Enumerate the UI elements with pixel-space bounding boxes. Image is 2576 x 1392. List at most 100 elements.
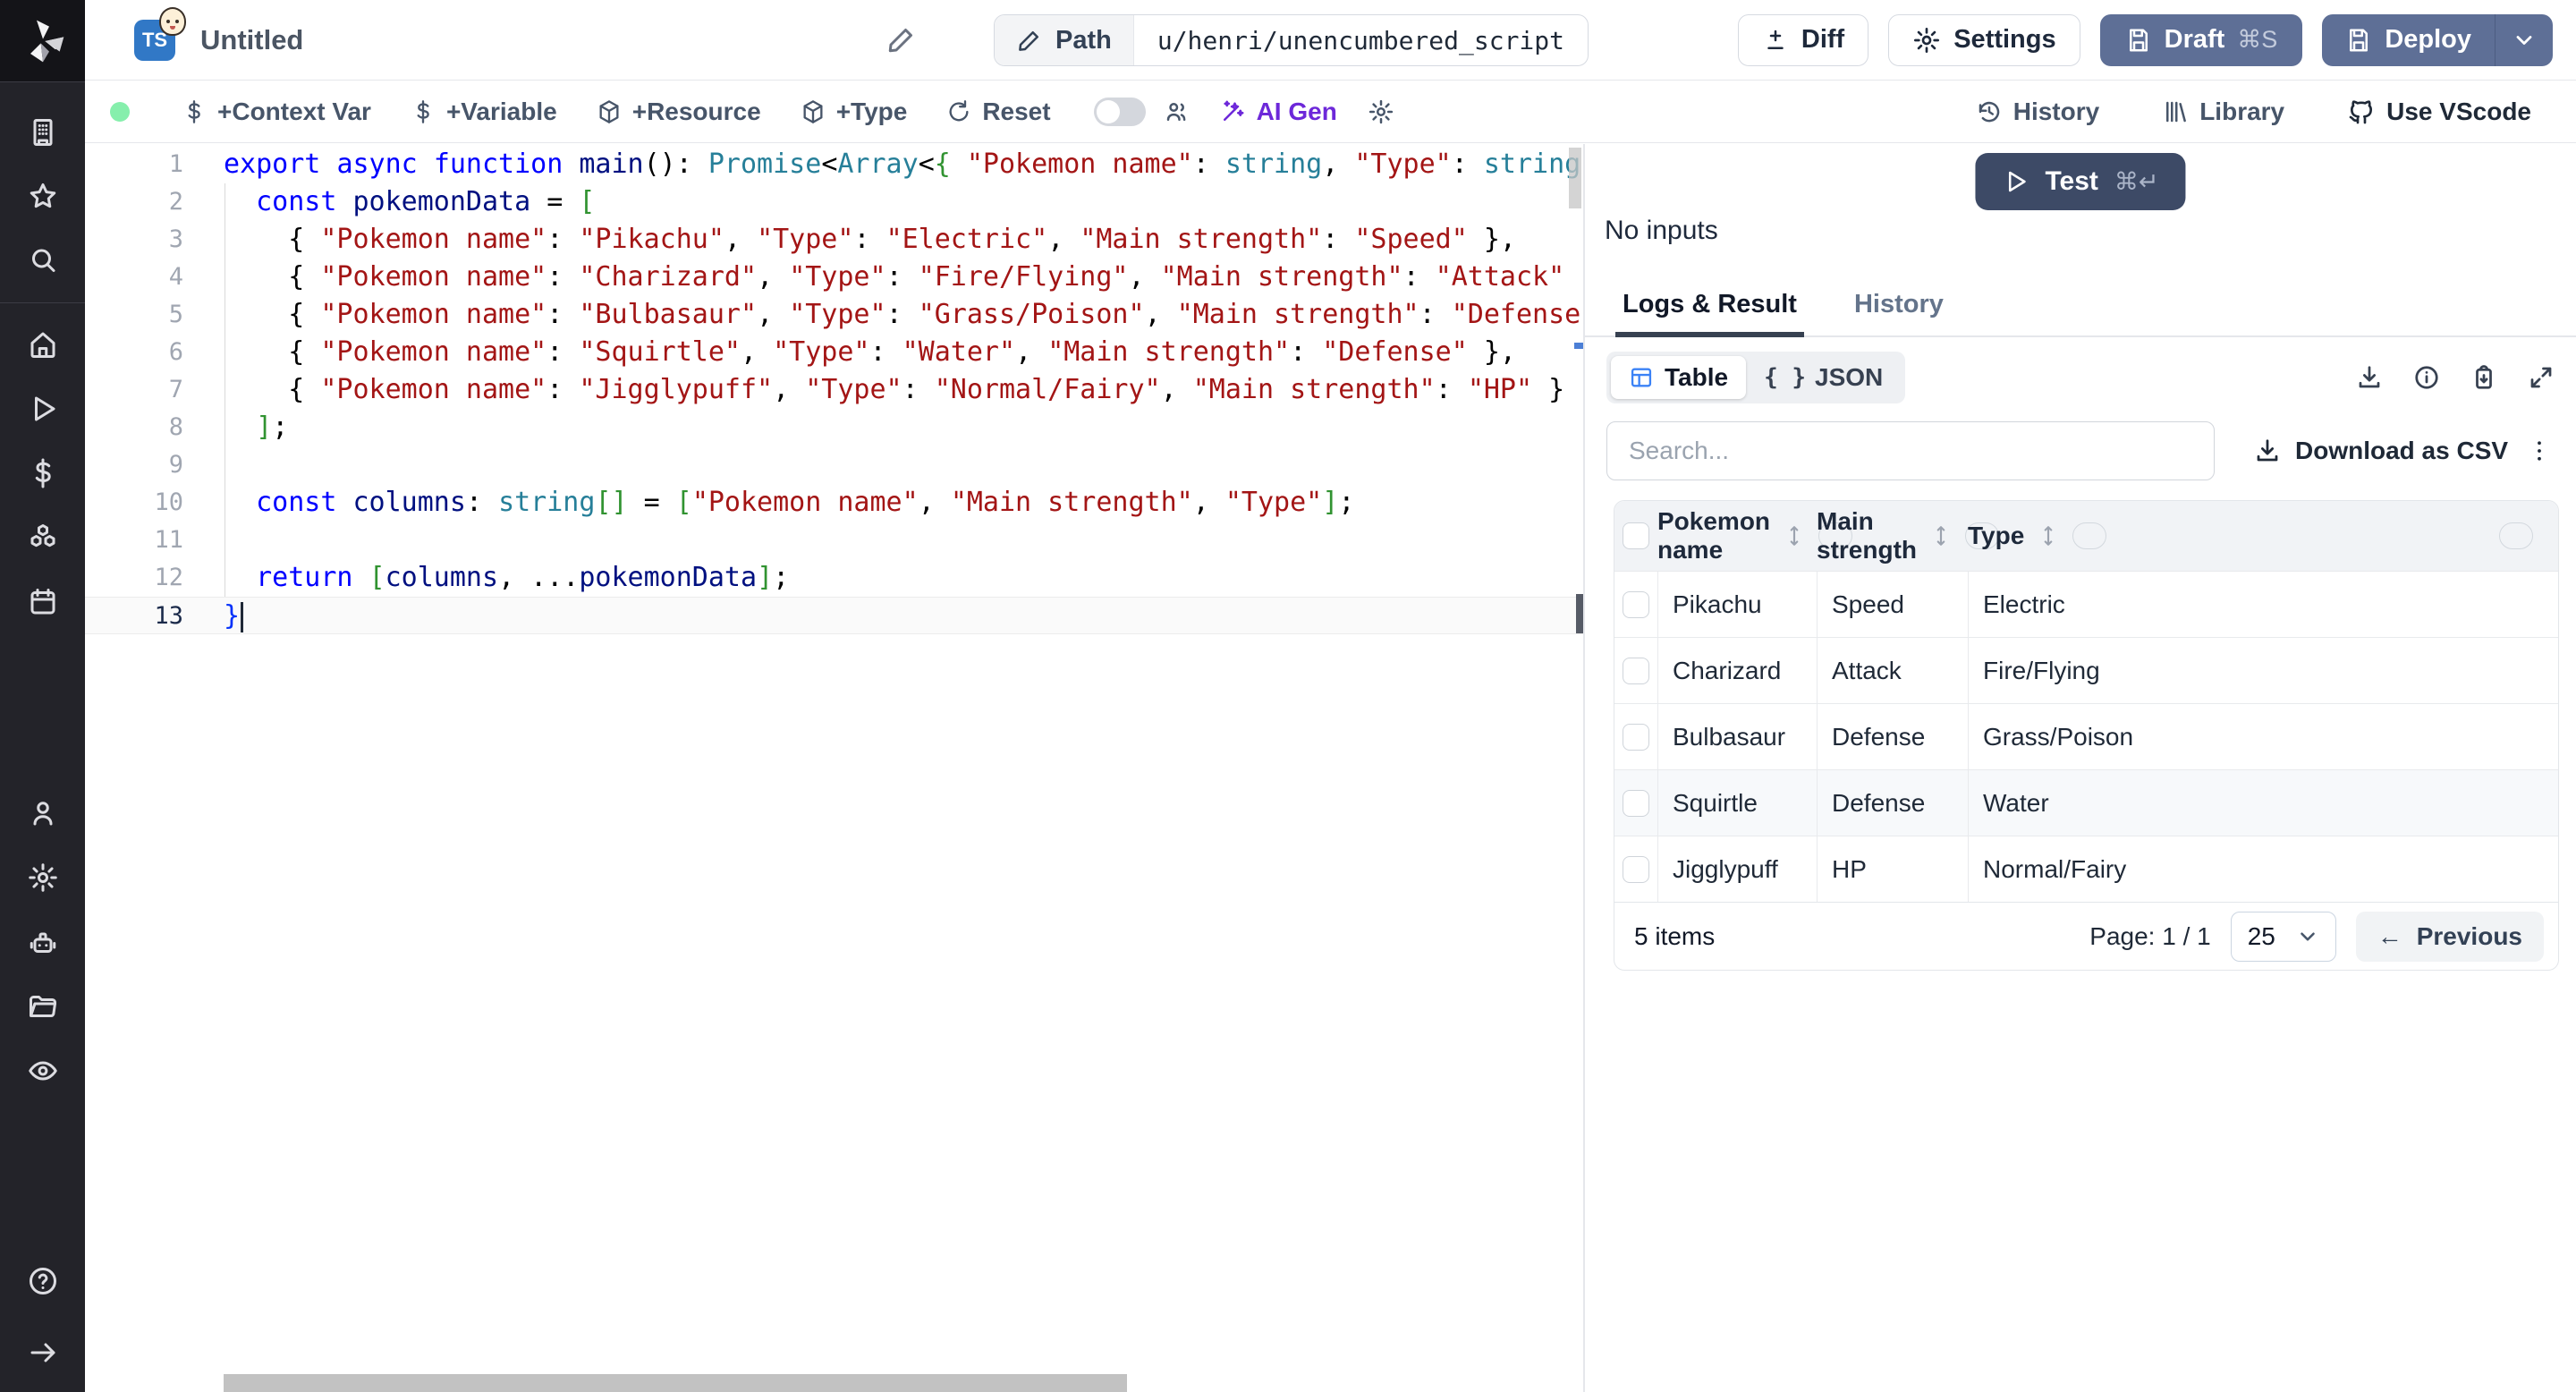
workspace-building-icon[interactable] [25, 115, 61, 150]
draft-button[interactable]: Draft ⌘S [2099, 13, 2303, 66]
add-context-var-button[interactable]: +Context Var [162, 98, 391, 126]
column-toggle[interactable] [2072, 522, 2107, 549]
row-checkbox[interactable] [1623, 855, 1649, 883]
search-icon[interactable] [25, 243, 61, 279]
tab-logs-result[interactable]: Logs & Result [1615, 290, 1804, 337]
row-checkbox[interactable] [1623, 590, 1649, 618]
column-label: Pokemon name [1657, 507, 1771, 564]
deploy-split-button[interactable]: Deploy [2322, 13, 2553, 66]
code-text: { "Pokemon name": "Squirtle", "Type": "W… [224, 336, 1516, 368]
deploy-button[interactable]: Deploy [2322, 14, 2495, 66]
column-header-type[interactable]: Type [1968, 522, 2558, 550]
deploy-button-label: Deploy [2385, 25, 2471, 54]
audit-eye-icon[interactable] [25, 1053, 61, 1089]
sort-icon[interactable] [1929, 524, 1953, 547]
code-line-4[interactable]: 4 { "Pokemon name": "Charizard", "Type":… [85, 259, 1583, 296]
view-json-button[interactable]: { } JSON [1746, 356, 1901, 399]
save-icon [2350, 29, 2368, 51]
windmill-logo[interactable] [0, 0, 85, 82]
editor-vertical-scrollbar[interactable] [1569, 148, 1581, 208]
code-editor[interactable]: 1 export async function main(): Promise<A… [85, 144, 1583, 1392]
column-header-pokemon-name[interactable]: Pokemon name [1657, 507, 1853, 564]
code-line-11[interactable]: 11 [85, 522, 1583, 559]
folders-icon[interactable] [25, 989, 61, 1024]
code-line-10[interactable]: 10 const columns: string[] = ["Pokemon n… [85, 484, 1583, 522]
page-size-select[interactable]: 25 [2230, 911, 2336, 962]
code-line-5[interactable]: 5 { "Pokemon name": "Bulbasaur", "Type":… [85, 296, 1583, 334]
previous-page-button[interactable]: ← Previous [2355, 911, 2544, 962]
variables-dollar-icon[interactable] [25, 455, 61, 491]
row-checkbox[interactable] [1623, 723, 1649, 751]
download-result-icon[interactable] [2356, 364, 2383, 391]
table-row-squirtle[interactable]: Squirtle Defense Water [1614, 769, 2558, 836]
test-button[interactable]: Test ⌘↵ [1975, 153, 2186, 210]
test-row: Test ⌘↵ [1585, 144, 2576, 214]
table-row-jigglypuff[interactable]: Jigglypuff HP Normal/Fairy [1614, 836, 2558, 902]
add-type-button[interactable]: +Type [781, 98, 928, 126]
add-variable-button[interactable]: +Variable [391, 98, 577, 126]
reset-button[interactable]: Reset [927, 98, 1070, 126]
schedules-calendar-icon[interactable] [25, 584, 61, 620]
diff-mode-toggle[interactable] [1093, 97, 1146, 126]
diff-button[interactable]: Diff [1737, 13, 1869, 66]
row-checkbox[interactable] [1623, 789, 1649, 817]
download-csv-button[interactable]: Download as CSV [2254, 437, 2508, 465]
code-line-8[interactable]: 8 ]; [85, 409, 1583, 446]
line-number: 13 [154, 602, 183, 630]
code-line-9[interactable]: 9 [85, 446, 1583, 484]
code-line-2[interactable]: 2 const pokemonData = [ [85, 183, 1583, 221]
use-vscode-button[interactable]: Use VScode [2327, 98, 2551, 126]
path-label-segment: Path [995, 15, 1134, 65]
users-person-icon[interactable] [25, 795, 61, 831]
select-all-checkbox[interactable] [1623, 522, 1649, 549]
workers-robot-icon[interactable] [25, 924, 61, 960]
table-row-pikachu[interactable]: Pikachu Speed Electric [1614, 571, 2558, 637]
column-header-main-strength[interactable]: Main strength [1817, 507, 1999, 564]
search-input[interactable] [1606, 421, 2215, 480]
help-icon[interactable] [25, 1263, 61, 1299]
favorites-star-icon[interactable] [25, 179, 61, 215]
save-icon [2129, 29, 2148, 51]
view-json-label: JSON [1815, 363, 1884, 391]
editor-horizontal-scrollbar[interactable] [224, 1374, 1127, 1392]
code-line-6[interactable]: 6 { "Pokemon name": "Squirtle", "Type": … [85, 334, 1583, 371]
settings-gear-icon[interactable] [25, 860, 61, 895]
column-toggle-end[interactable] [2499, 522, 2533, 549]
edit-title-pencil-icon[interactable] [886, 23, 918, 60]
expand-sidebar-arrow-icon[interactable] [25, 1335, 61, 1371]
code-line-12[interactable]: 12 return [columns, ...pokemonData]; [85, 559, 1583, 597]
runs-play-icon[interactable] [25, 391, 61, 427]
test-kbd-hint: ⌘↵ [2114, 167, 2159, 195]
history-label: History [2012, 97, 2100, 125]
view-table-button[interactable]: Table [1611, 356, 1747, 399]
multiplayer-icon[interactable] [1155, 98, 1199, 125]
cell: Defense [1817, 704, 1968, 769]
code-line-7[interactable]: 7 { "Pokemon name": "Jigglypuff", "Type"… [85, 371, 1583, 409]
home-icon[interactable] [25, 327, 61, 362]
resources-cubes-icon[interactable] [25, 520, 61, 556]
ai-gen-button[interactable]: AI Gen [1199, 98, 1357, 126]
history-button[interactable]: History [1956, 98, 2119, 126]
info-icon[interactable] [2413, 364, 2440, 391]
copy-clipboard-icon[interactable] [2470, 364, 2497, 391]
code-lines[interactable]: 1 export async function main(): Promise<A… [85, 146, 1583, 634]
editor-settings-gear-icon[interactable] [1357, 98, 1405, 125]
chevron-down-icon [2516, 35, 2532, 45]
code-line-13[interactable]: 13} [85, 597, 1583, 634]
tab-history[interactable]: History [1854, 290, 1944, 335]
path-field[interactable]: Path u/henri/unencumbered_script [994, 14, 1589, 66]
deploy-dropdown-button[interactable] [2495, 13, 2553, 66]
code-line-3[interactable]: 3 { "Pokemon name": "Pikachu", "Type": "… [85, 221, 1583, 259]
settings-button[interactable]: Settings [1888, 13, 2080, 66]
table-menu-kebab-icon[interactable] [2526, 437, 2553, 464]
table-row-charizard[interactable]: Charizard Attack Fire/Flying [1614, 637, 2558, 703]
expand-fullscreen-icon[interactable] [2528, 364, 2555, 391]
library-button[interactable]: Library [2142, 98, 2304, 126]
add-resource-button[interactable]: +Resource [577, 98, 781, 126]
code-line-1[interactable]: 1 export async function main(): Promise<A… [85, 146, 1583, 183]
row-checkbox[interactable] [1623, 657, 1649, 684]
table-row-bulbasaur[interactable]: Bulbasaur Defense Grass/Poison [1614, 703, 2558, 769]
sort-icon[interactable] [1783, 524, 1806, 547]
sort-icon[interactable] [2037, 524, 2060, 547]
